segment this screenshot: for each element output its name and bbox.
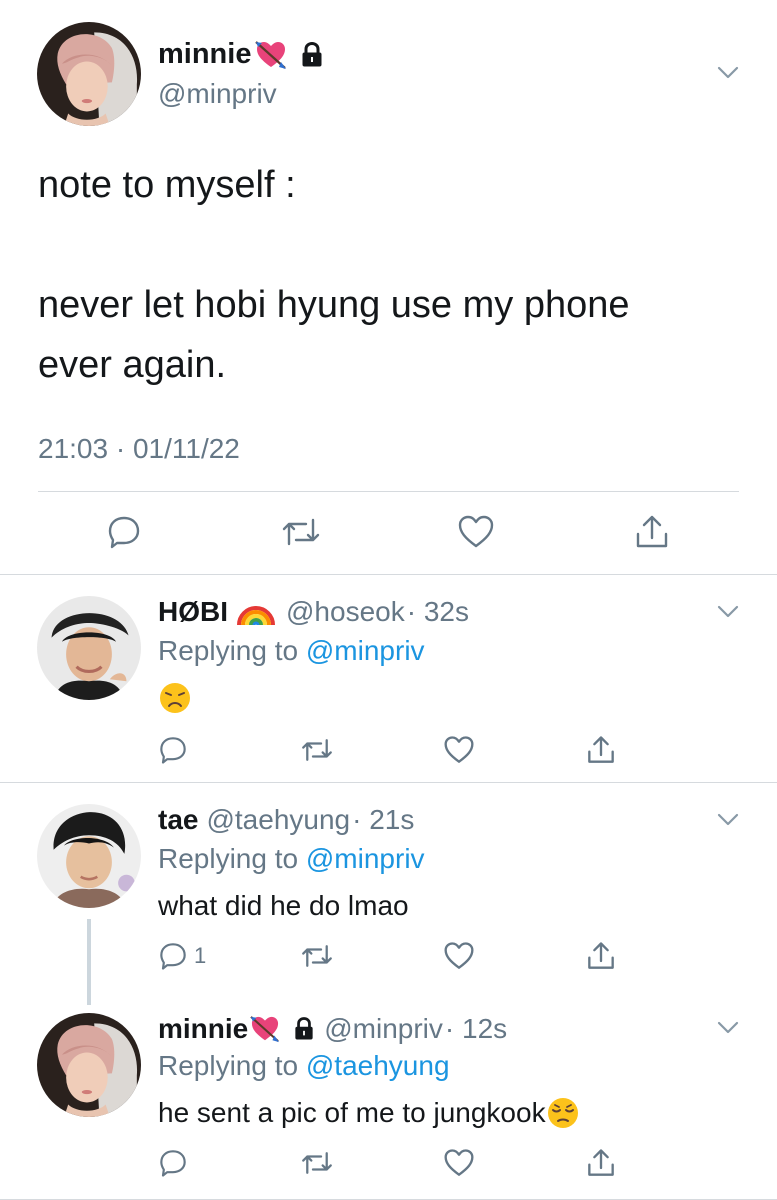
- reply-button[interactable]: [106, 514, 142, 550]
- replying-to-prefix: Replying to: [158, 1050, 299, 1081]
- reply-timestamp[interactable]: · 12s: [445, 1013, 507, 1045]
- reply-count: 1: [194, 943, 207, 968]
- handle[interactable]: @taehyung: [206, 804, 350, 836]
- tweet-timestamp[interactable]: 21:03 · 01/11/22: [38, 433, 240, 465]
- chevron-down-icon[interactable]: [717, 1021, 739, 1035]
- share-icon: [586, 735, 616, 765]
- replying-to-prefix: Replying to: [158, 635, 299, 666]
- replying-to-link[interactable]: @taehyung: [306, 1050, 450, 1081]
- like-button[interactable]: [443, 941, 475, 971]
- main-tweet: minnie @minpriv note to myself : never l…: [0, 0, 777, 575]
- heart-icon: [457, 514, 495, 550]
- lock-icon: [294, 1017, 314, 1041]
- reply-tweet: tae @taehyung · 21s Replying to @minpriv…: [0, 783, 777, 1005]
- replying-to-link[interactable]: @minpriv: [306, 843, 425, 874]
- retweet-icon: [300, 941, 334, 971]
- avatar[interactable]: [37, 804, 141, 908]
- pensive-face-emoji: [546, 1096, 580, 1130]
- disappointed-face-emoji: [158, 681, 192, 715]
- heart-with-arrow-emoji: [255, 40, 287, 70]
- reply-text-content: he sent a pic of me to jungkook: [158, 1097, 546, 1128]
- reply-icon: [158, 735, 188, 765]
- display-name[interactable]: HØBI: [158, 596, 228, 628]
- reply-actions: 1: [0, 941, 777, 981]
- replying-to-prefix: Replying to: [158, 843, 299, 874]
- reply-text-content: what did he do lmao: [158, 890, 409, 921]
- reply-button[interactable]: 1: [158, 941, 206, 971]
- reply-icon: [158, 941, 188, 971]
- avatar[interactable]: [37, 596, 141, 700]
- heart-icon: [443, 1148, 475, 1178]
- reply-text: [158, 681, 192, 715]
- reply-header: HØBI @hoseok · 32s: [158, 596, 469, 628]
- display-name[interactable]: tae: [158, 804, 198, 836]
- retweet-icon: [300, 735, 334, 765]
- heart-icon: [443, 941, 475, 971]
- tweet-text-line: note to myself :: [38, 164, 296, 206]
- retweet-icon: [280, 514, 322, 550]
- heart-icon: [443, 735, 475, 765]
- reply-timestamp[interactable]: · 32s: [407, 596, 469, 628]
- like-button[interactable]: [443, 1148, 475, 1178]
- retweet-button[interactable]: [300, 735, 334, 765]
- reply-text: he sent a pic of me to jungkook: [158, 1096, 580, 1130]
- tweet-text-line: ever again.: [38, 344, 227, 386]
- replying-to-link[interactable]: @minpriv: [306, 635, 425, 666]
- reply-tweet: HØBI @hoseok · 32s Replying to @minpriv: [0, 575, 777, 783]
- like-button[interactable]: [443, 735, 475, 765]
- reply-header: tae @taehyung · 21s: [158, 804, 414, 836]
- chevron-down-icon[interactable]: [717, 605, 739, 619]
- chevron-down-icon[interactable]: [717, 813, 739, 827]
- share-button[interactable]: [586, 941, 616, 971]
- retweet-button[interactable]: [300, 941, 334, 971]
- rainbow-emoji: [236, 597, 276, 627]
- replying-to: Replying to @taehyung: [158, 1050, 450, 1082]
- share-button[interactable]: [586, 735, 616, 765]
- reply-button[interactable]: [158, 1148, 188, 1178]
- display-name-text: minnie: [158, 38, 252, 70]
- share-icon: [586, 941, 616, 971]
- display-name[interactable]: minnie: [158, 1013, 248, 1045]
- retweet-icon: [300, 1148, 334, 1178]
- reply-tweet: minnie @minpriv · 12s Replying to @taehy…: [0, 995, 777, 1200]
- avatar[interactable]: [37, 22, 141, 126]
- handle[interactable]: @hoseok: [286, 596, 405, 628]
- reply-button[interactable]: [158, 735, 188, 765]
- replying-to: Replying to @minpriv: [158, 843, 425, 875]
- retweet-button[interactable]: [280, 514, 322, 550]
- handle[interactable]: @minpriv: [324, 1013, 443, 1045]
- reply-text: what did he do lmao: [158, 890, 409, 922]
- lock-icon: [301, 41, 323, 68]
- share-button[interactable]: [634, 514, 670, 550]
- reply-header: minnie @minpriv · 12s: [158, 1013, 507, 1045]
- retweet-button[interactable]: [300, 1148, 334, 1178]
- replying-to: Replying to @minpriv: [158, 635, 425, 667]
- reply-actions: [0, 1148, 777, 1188]
- share-icon: [634, 514, 670, 550]
- reply-icon: [158, 1148, 188, 1178]
- chevron-down-icon[interactable]: [717, 66, 739, 80]
- display-name[interactable]: minnie: [158, 38, 323, 71]
- divider: [38, 491, 739, 492]
- like-button[interactable]: [457, 514, 495, 550]
- share-icon: [586, 1148, 616, 1178]
- avatar[interactable]: [37, 1013, 141, 1117]
- reply-icon: [106, 514, 142, 550]
- handle[interactable]: @minpriv: [158, 78, 277, 110]
- reply-timestamp[interactable]: · 21s: [352, 804, 414, 836]
- heart-with-arrow-emoji: [250, 1015, 280, 1043]
- tweet-text-line: never let hobi hyung use my phone: [38, 284, 630, 326]
- tweet-actions: [0, 514, 777, 554]
- share-button[interactable]: [586, 1148, 616, 1178]
- reply-actions: [0, 735, 777, 775]
